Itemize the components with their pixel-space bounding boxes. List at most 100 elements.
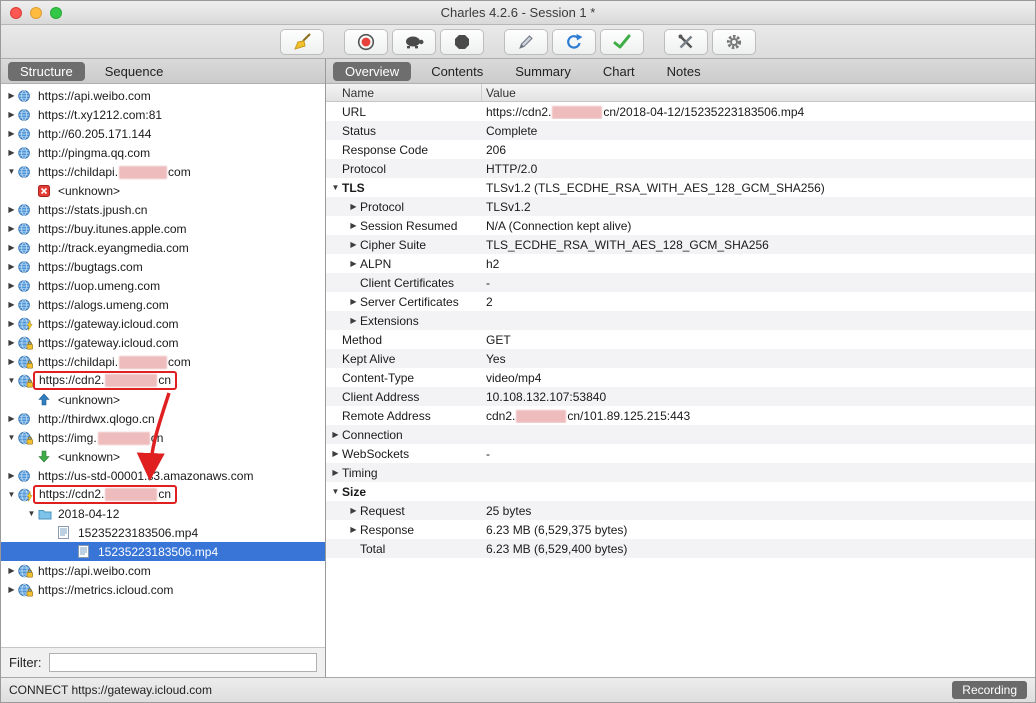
tree-item[interactable]: <unknown> [1, 447, 325, 466]
repeat-button[interactable] [552, 28, 596, 55]
throttle-button[interactable] [392, 28, 436, 55]
disclosure-triangle[interactable]: ▶ [5, 205, 18, 214]
disclosure-triangle[interactable]: ▶ [347, 259, 360, 268]
tab-summary[interactable]: Summary [503, 62, 583, 81]
breakpoints-button[interactable] [440, 28, 484, 55]
tree-item[interactable]: ▶ https://api.weibo.com [1, 561, 325, 580]
disclosure-triangle[interactable]: ▶ [5, 243, 18, 252]
overview-row[interactable]: Client Certificates - [326, 273, 1035, 292]
tab-chart[interactable]: Chart [591, 62, 647, 81]
tree-item[interactable]: ▶ https://stats.jpush.cn [1, 200, 325, 219]
tab-structure[interactable]: Structure [8, 61, 85, 81]
overview-row[interactable]: ▶ WebSockets - [326, 444, 1035, 463]
overview-row[interactable]: Kept Alive Yes [326, 349, 1035, 368]
disclosure-triangle[interactable]: ▶ [329, 430, 342, 439]
overview-row[interactable]: ▶ Timing [326, 463, 1035, 482]
tree-item[interactable]: ▶ https://buy.itunes.apple.com [1, 219, 325, 238]
disclosure-triangle[interactable]: ▶ [5, 91, 18, 100]
disclosure-triangle[interactable]: ▶ [329, 449, 342, 458]
disclosure-triangle[interactable]: ▶ [347, 297, 360, 306]
disclosure-triangle[interactable]: ▶ [5, 414, 18, 423]
disclosure-triangle[interactable]: ▶ [5, 319, 18, 328]
disclosure-triangle[interactable]: ▶ [5, 566, 18, 575]
disclosure-triangle[interactable]: ▶ [347, 240, 360, 249]
zoom-window-button[interactable] [50, 6, 62, 19]
tree-item[interactable]: ▶ https://bugtags.com [1, 257, 325, 276]
tree-item[interactable]: ▼ https://childapi. com [1, 162, 325, 181]
tree-item[interactable]: ▼ https://cdn2. cn [1, 371, 325, 390]
tab-sequence[interactable]: Sequence [93, 62, 176, 81]
overview-row[interactable]: Response Code 206 [326, 140, 1035, 159]
settings-button[interactable] [712, 28, 756, 55]
tree-item[interactable]: ▶ https://alogs.umeng.com [1, 295, 325, 314]
tree-item[interactable]: ▶ https://us-std-00001.s3.amazonaws.com [1, 466, 325, 485]
disclosure-triangle[interactable]: ▶ [347, 221, 360, 230]
filter-input[interactable] [48, 653, 317, 672]
disclosure-triangle[interactable]: ▶ [5, 262, 18, 271]
disclosure-triangle[interactable]: ▶ [5, 338, 18, 347]
tree-item[interactable]: ▶ https://childapi. com [1, 352, 325, 371]
close-window-button[interactable] [10, 6, 22, 19]
minimize-window-button[interactable] [30, 6, 42, 19]
clear-session-button[interactable] [280, 28, 324, 55]
overview-row[interactable]: Client Address 10.108.132.107:53840 [326, 387, 1035, 406]
overview-row[interactable]: Method GET [326, 330, 1035, 349]
disclosure-triangle[interactable]: ▶ [5, 281, 18, 290]
overview-row[interactable]: ▶ Server Certificates 2 [326, 292, 1035, 311]
tools-button[interactable] [664, 28, 708, 55]
overview-row[interactable]: ▼ TLS TLSv1.2 (TLS_ECDHE_RSA_WITH_AES_128_… [326, 178, 1035, 197]
disclosure-triangle[interactable]: ▶ [5, 224, 18, 233]
tab-notes[interactable]: Notes [655, 62, 713, 81]
compose-button[interactable] [504, 28, 548, 55]
overview-row[interactable]: Content-Type video/mp4 [326, 368, 1035, 387]
overview-row[interactable]: ▶ Connection [326, 425, 1035, 444]
overview-row[interactable]: ▶ Response 6.23 MB (6,529,375 bytes) [326, 520, 1035, 539]
overview-row[interactable]: ▼ Size [326, 482, 1035, 501]
overview-row[interactable]: ▶ ALPN h2 [326, 254, 1035, 273]
disclosure-triangle[interactable]: ▶ [347, 316, 360, 325]
disclosure-triangle[interactable]: ▶ [329, 468, 342, 477]
tree-item[interactable]: ▶ https://api.weibo.com [1, 86, 325, 105]
tree-item[interactable]: ▶ http://track.eyangmedia.com [1, 238, 325, 257]
overview-row[interactable]: Total 6.23 MB (6,529,400 bytes) [326, 539, 1035, 558]
disclosure-triangle[interactable]: ▶ [5, 357, 18, 366]
disclosure-triangle[interactable]: ▼ [25, 509, 38, 518]
record-button[interactable] [344, 28, 388, 55]
tree-item[interactable]: ▶ https://gateway.icloud.com [1, 314, 325, 333]
tree-item[interactable]: ▶ http://60.205.171.144 [1, 124, 325, 143]
tree-item[interactable]: ▶ https://uop.umeng.com [1, 276, 325, 295]
disclosure-triangle[interactable]: ▶ [347, 525, 360, 534]
disclosure-triangle[interactable]: ▶ [5, 110, 18, 119]
column-header-name[interactable]: Name [326, 84, 482, 101]
tree-item[interactable]: ▶ https://gateway.icloud.com [1, 333, 325, 352]
tree-item[interactable]: 15235223183506.mp4 [1, 542, 325, 561]
tree-item[interactable]: 15235223183506.mp4 [1, 523, 325, 542]
disclosure-triangle[interactable]: ▶ [5, 129, 18, 138]
disclosure-triangle[interactable]: ▼ [5, 490, 18, 499]
tree-item[interactable]: ▼ 2018-04-12 [1, 504, 325, 523]
tree-item[interactable]: ▶ https://metrics.icloud.com [1, 580, 325, 599]
disclosure-triangle[interactable]: ▶ [5, 471, 18, 480]
disclosure-triangle[interactable]: ▶ [5, 148, 18, 157]
overview-row[interactable]: ▶ Session Resumed N/A (Connection kept ali… [326, 216, 1035, 235]
overview-row[interactable]: Protocol HTTP/2.0 [326, 159, 1035, 178]
tree-item[interactable]: ▼ https://cdn2. cn [1, 485, 325, 504]
tree-item[interactable]: ▼ https://img. cn [1, 428, 325, 447]
disclosure-triangle[interactable]: ▼ [5, 433, 18, 442]
overview-row[interactable]: ▶ Extensions [326, 311, 1035, 330]
overview-row[interactable]: Remote Address cdn2. cn/101.89.125.215:443 [326, 406, 1035, 425]
tab-contents[interactable]: Contents [419, 62, 495, 81]
overview-row[interactable]: ▶ Cipher Suite TLS_ECDHE_RSA_WITH_AES_128_… [326, 235, 1035, 254]
disclosure-triangle[interactable]: ▶ [5, 300, 18, 309]
tree-item[interactable]: <unknown> [1, 390, 325, 409]
overview-row[interactable]: URL https://cdn2. cn/2018-04-12/1523522318… [326, 102, 1035, 121]
column-header-value[interactable]: Value [482, 86, 1035, 100]
disclosure-triangle[interactable]: ▶ [347, 506, 360, 515]
overview-row[interactable]: Status Complete [326, 121, 1035, 140]
disclosure-triangle[interactable]: ▶ [5, 585, 18, 594]
disclosure-triangle[interactable]: ▶ [347, 202, 360, 211]
disclosure-triangle[interactable]: ▼ [329, 183, 342, 192]
overview-row[interactable]: ▶ Protocol TLSv1.2 [326, 197, 1035, 216]
tree-item[interactable]: ▶ https://t.xy1212.com:81 [1, 105, 325, 124]
tree-item[interactable]: <unknown> [1, 181, 325, 200]
